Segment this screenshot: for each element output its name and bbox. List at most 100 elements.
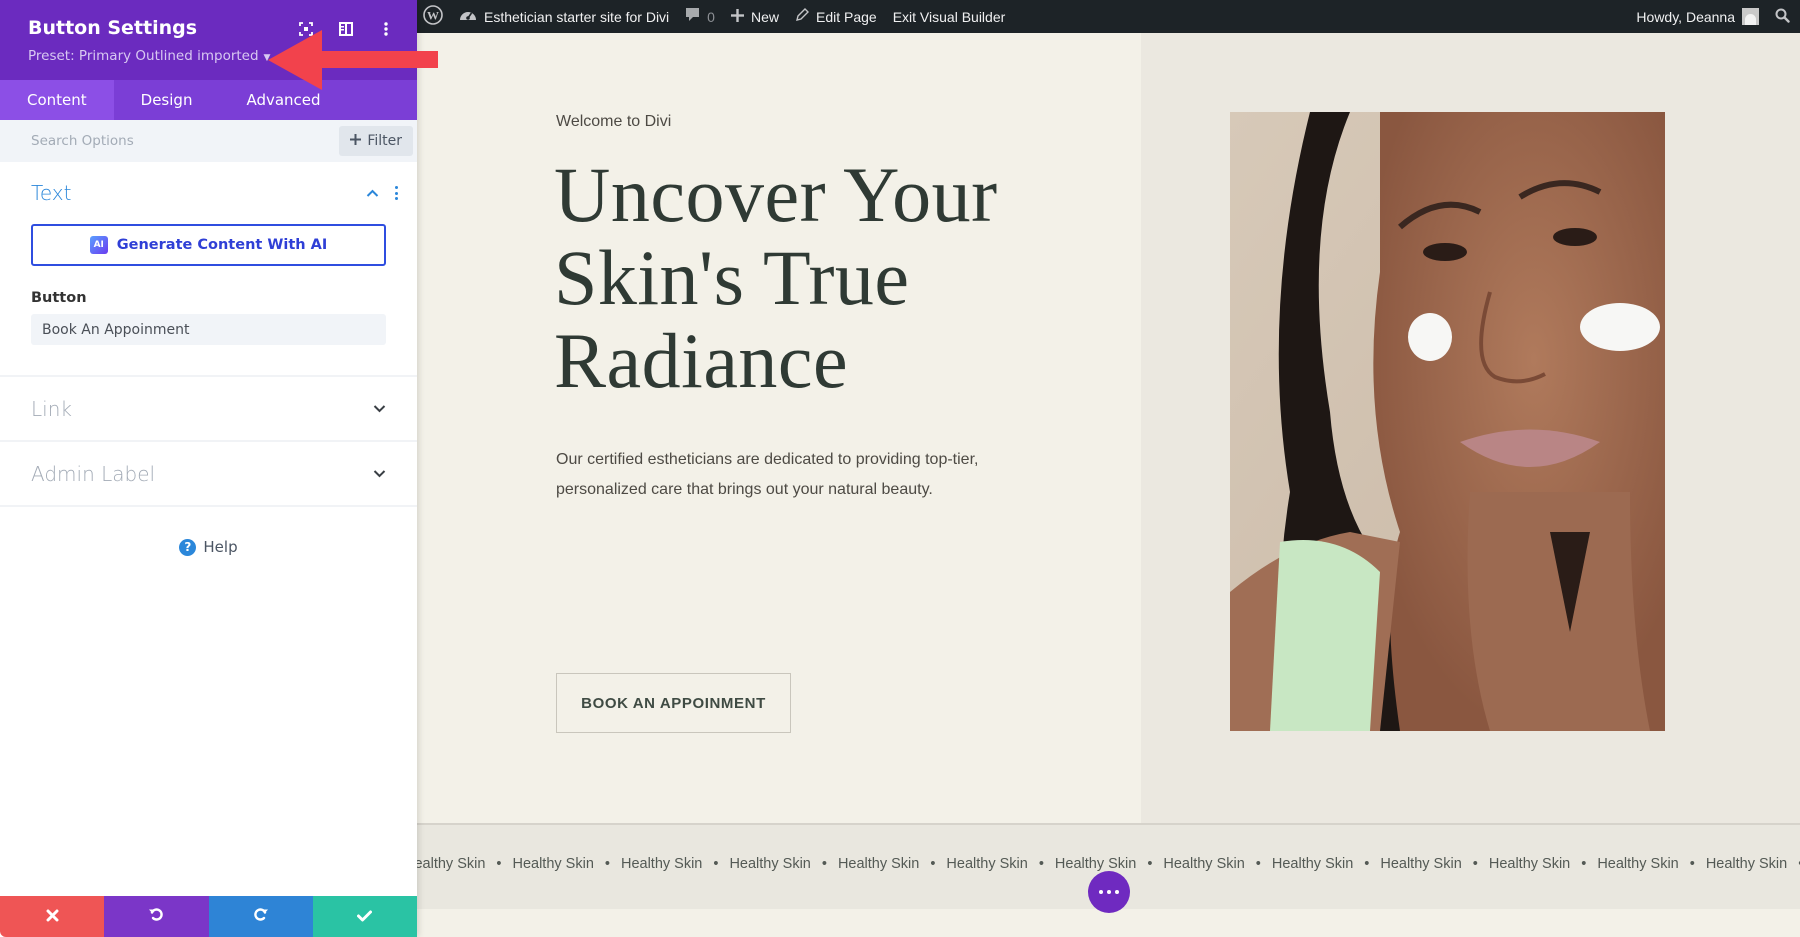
pencil-icon — [795, 8, 809, 25]
section-text-header[interactable]: Text — [31, 162, 398, 224]
plus-icon — [350, 133, 362, 149]
marquee-separator: • — [1255, 856, 1261, 872]
expand-icon[interactable] — [297, 20, 315, 38]
filter-button[interactable]: Filter — [339, 126, 413, 156]
svg-text:W: W — [427, 9, 439, 23]
comment-icon — [685, 7, 700, 26]
chevron-down-icon[interactable] — [372, 467, 386, 481]
hero-description: Our certified estheticians are dedicated… — [556, 451, 979, 498]
more-options-icon[interactable] — [377, 20, 395, 38]
marquee-item: Healthy Skin — [1054, 856, 1137, 872]
tab-content[interactable]: Content — [0, 80, 114, 120]
panel-title: Button Settings — [28, 17, 198, 39]
marquee-item: Healthy Skin — [512, 856, 594, 872]
help-link[interactable]: ? Help — [0, 538, 417, 556]
preset-selector[interactable]: Preset: Primary Outlined imported ▼ — [28, 48, 270, 64]
headline-line: Uncover Your — [554, 151, 998, 238]
chevron-up-icon[interactable] — [365, 186, 379, 200]
close-icon — [46, 907, 59, 927]
edit-page-label: Edit Page — [815, 8, 877, 25]
page-settings-fab[interactable] — [1088, 871, 1130, 913]
discard-button[interactable] — [0, 896, 105, 937]
woman-portrait-image — [1230, 112, 1665, 731]
site-name-link[interactable]: Esthetician starter site for Divi — [451, 0, 677, 33]
dot — [1115, 890, 1119, 894]
marquee-item: Healthy Skin — [1271, 856, 1354, 872]
plus-icon — [730, 8, 744, 25]
panel-footer — [0, 896, 417, 937]
section-text: Text AI Generate Content With AI Button — [0, 162, 417, 377]
dot — [1107, 890, 1111, 894]
preset-label: Preset: Primary Outlined imported — [28, 48, 259, 64]
dashboard-icon — [459, 7, 477, 26]
marquee-track: Healthy Skin • Healthy Skin • Healthy Skin • H… — [417, 856, 1800, 872]
panel-header: Button Settings Preset: Primary Outlined… — [0, 0, 417, 80]
marquee-item: Healthy Skin — [1705, 856, 1788, 872]
marquee-separator: • — [604, 856, 610, 872]
check-icon — [357, 907, 373, 927]
undo-icon — [148, 906, 164, 927]
marquee-item: Healthy Skin — [620, 856, 703, 872]
new-content-link[interactable]: New — [723, 0, 787, 33]
marquee-item: Healthy Skin — [417, 856, 486, 872]
marquee-separator: • — [1472, 856, 1478, 872]
book-appointment-button[interactable]: BOOK AN APPOINMENT — [556, 673, 791, 733]
dot — [1099, 890, 1103, 894]
site-name: Esthetician starter site for Divi — [484, 8, 670, 25]
divi-visual-builder: Button Settings Preset: Primary Outlined… — [0, 0, 1800, 937]
help-icon: ? — [179, 538, 197, 556]
marquee-separator: • — [930, 856, 936, 872]
marquee-item: Healthy Skin — [837, 856, 920, 872]
comments-link[interactable]: 0 — [677, 0, 723, 33]
exit-label: Exit Visual Builder — [892, 8, 1006, 25]
wordpress-menu[interactable]: W — [417, 0, 451, 33]
search-icon — [1775, 8, 1790, 26]
chevron-down-icon[interactable] — [372, 402, 386, 416]
avatar — [1742, 8, 1759, 25]
search-button[interactable] — [1767, 0, 1800, 33]
marquee-item: Healthy Skin — [1163, 856, 1245, 872]
search-options-input[interactable] — [31, 133, 281, 149]
section-text-title: Text — [31, 181, 72, 205]
caret-down-icon: ▼ — [263, 53, 271, 63]
section-admin-label-title: Admin Label — [31, 461, 156, 486]
marquee-separator: • — [1364, 856, 1370, 872]
wordpress-logo-icon: W — [423, 5, 443, 28]
button-field-label: Button — [31, 290, 87, 306]
settings-tabs: Content Design Advanced — [0, 80, 417, 120]
tab-design[interactable]: Design — [114, 80, 220, 120]
filter-label: Filter — [367, 133, 402, 149]
search-row: Filter — [0, 120, 417, 162]
edit-page-link[interactable]: Edit Page — [787, 0, 885, 33]
ai-button-label: Generate Content With AI — [116, 237, 328, 253]
generate-content-ai-button[interactable]: AI Generate Content With AI — [31, 224, 386, 266]
hero-headline: Uncover Your Skin's True Radiance — [554, 153, 1074, 402]
hero-photo — [1230, 112, 1665, 731]
button-text-input[interactable] — [31, 314, 386, 345]
section-admin-label: Admin Label — [0, 442, 417, 507]
button-settings-panel: Button Settings Preset: Primary Outlined… — [0, 0, 417, 937]
marquee-item: Healthy Skin — [729, 856, 811, 872]
save-button[interactable] — [312, 896, 417, 937]
section-link-header[interactable]: Link — [0, 377, 417, 440]
greeting: Howdy, Deanna — [1636, 8, 1735, 25]
marquee-item: Healthy Skin — [946, 856, 1028, 872]
section-admin-label-header[interactable]: Admin Label — [0, 442, 417, 505]
marquee-item: Healthy Skin — [1380, 856, 1462, 872]
split-view-icon[interactable] — [337, 20, 355, 38]
marquee-separator: • — [1581, 856, 1587, 872]
wp-admin-bar: W Esthetician starter site for Divi 0 Ne… — [417, 0, 1800, 33]
marquee-separator: • — [1147, 856, 1153, 872]
exit-visual-builder-link[interactable]: Exit Visual Builder — [885, 0, 1014, 33]
marquee-separator: • — [1038, 856, 1044, 872]
redo-button[interactable] — [208, 896, 313, 937]
section-options-icon[interactable] — [393, 186, 399, 200]
undo-button[interactable] — [104, 896, 209, 937]
tab-advanced[interactable]: Advanced — [219, 80, 347, 120]
redo-icon — [253, 906, 269, 927]
comments-count: 0 — [707, 8, 715, 25]
section-link-title: Link — [31, 396, 72, 421]
account-menu[interactable]: Howdy, Deanna — [1628, 0, 1767, 33]
page-canvas: Welcome to Divi Uncover Your Skin's True… — [417, 33, 1800, 937]
marquee-item: Healthy Skin — [1597, 856, 1679, 872]
